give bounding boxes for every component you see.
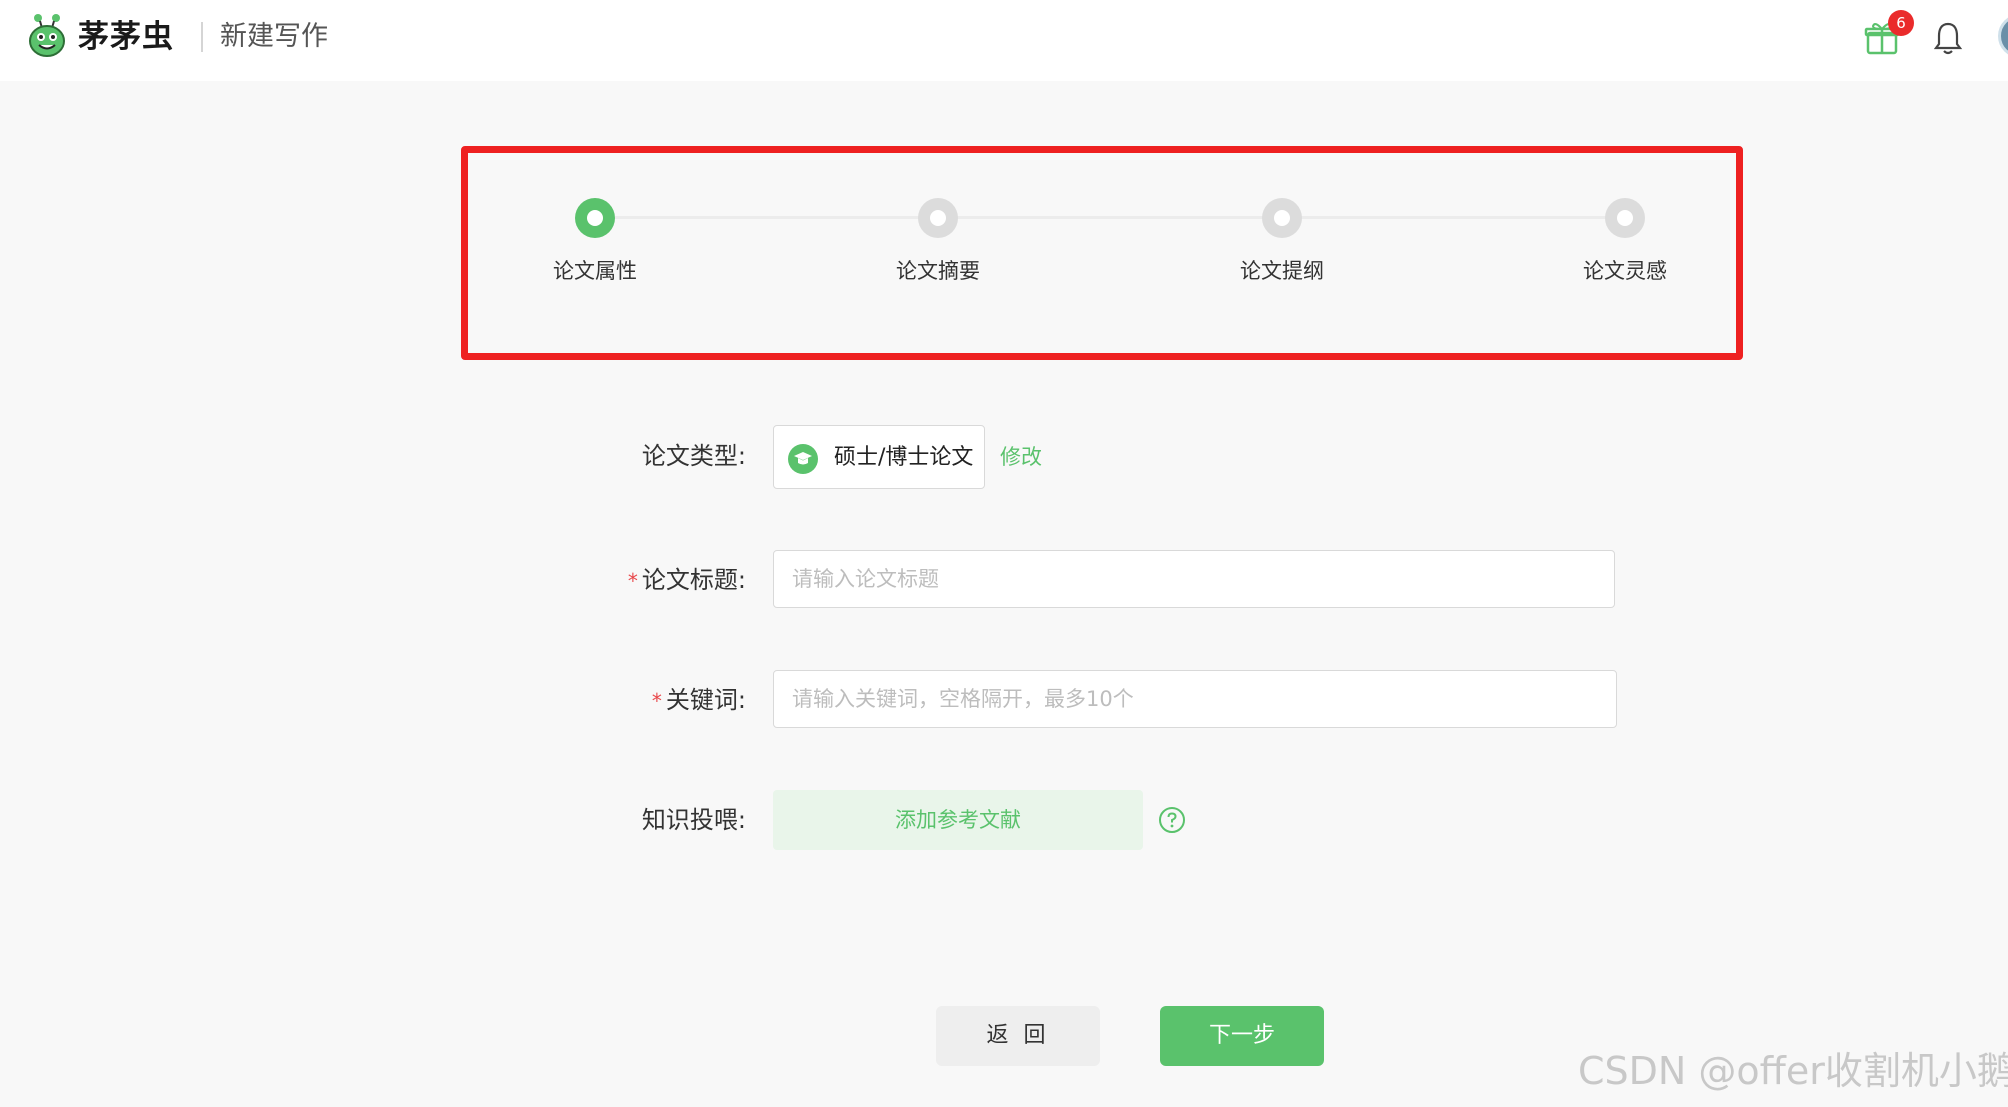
bell-icon[interactable] [1932,20,1964,56]
step-1-dot[interactable] [575,198,615,238]
required-asterisk: * [651,689,662,713]
paper-title-input[interactable] [773,550,1615,608]
header-divider [201,22,203,52]
notification-badge: 6 [1888,10,1914,36]
step-2-label[interactable]: 论文摘要 [858,256,1018,286]
paper-type-value: 硕士/博士论文 [834,445,974,470]
steps-track-line [615,216,1625,219]
graduation-cap-icon [788,444,818,474]
step-2-dot[interactable] [918,198,958,238]
keywords-label-text: 关键词: [665,686,746,714]
back-button[interactable]: 返 回 [936,1006,1100,1066]
required-asterisk: * [627,569,638,593]
paper-title-label-text: 论文标题: [641,566,746,594]
knowledge-feed-label: 知识投喂: [641,806,746,834]
paper-title-label: * 论文标题: [496,560,746,601]
step-3-label[interactable]: 论文提纲 [1202,256,1362,286]
page-title: 新建写作 [220,21,328,52]
avatar[interactable] [1998,14,2008,58]
help-icon[interactable] [1158,806,1186,834]
step-4-label[interactable]: 论文灵感 [1545,256,1705,286]
add-reference-button[interactable]: 添加参考文献 [773,790,1143,850]
top-bar: 茅茅虫 新建写作 6 [0,0,2008,81]
keywords-input[interactable] [773,670,1617,728]
modify-link[interactable]: 修改 [1000,440,1042,474]
watermark: CSDN @offer收割机小鹅 [1578,1049,2008,1093]
paper-type-selector[interactable]: 硕士/博士论文 [773,425,985,489]
next-step-button[interactable]: 下一步 [1160,1006,1324,1066]
step-4-dot[interactable] [1605,198,1645,238]
steps-highlight-box [461,146,1743,360]
mascot-logo-icon[interactable] [26,12,68,58]
step-1-label[interactable]: 论文属性 [515,256,675,286]
logo-text[interactable]: 茅茅虫 [78,12,174,62]
step-3-dot[interactable] [1262,198,1302,238]
paper-type-label: 论文类型: [641,442,746,470]
keywords-label: * 关键词: [496,680,746,721]
